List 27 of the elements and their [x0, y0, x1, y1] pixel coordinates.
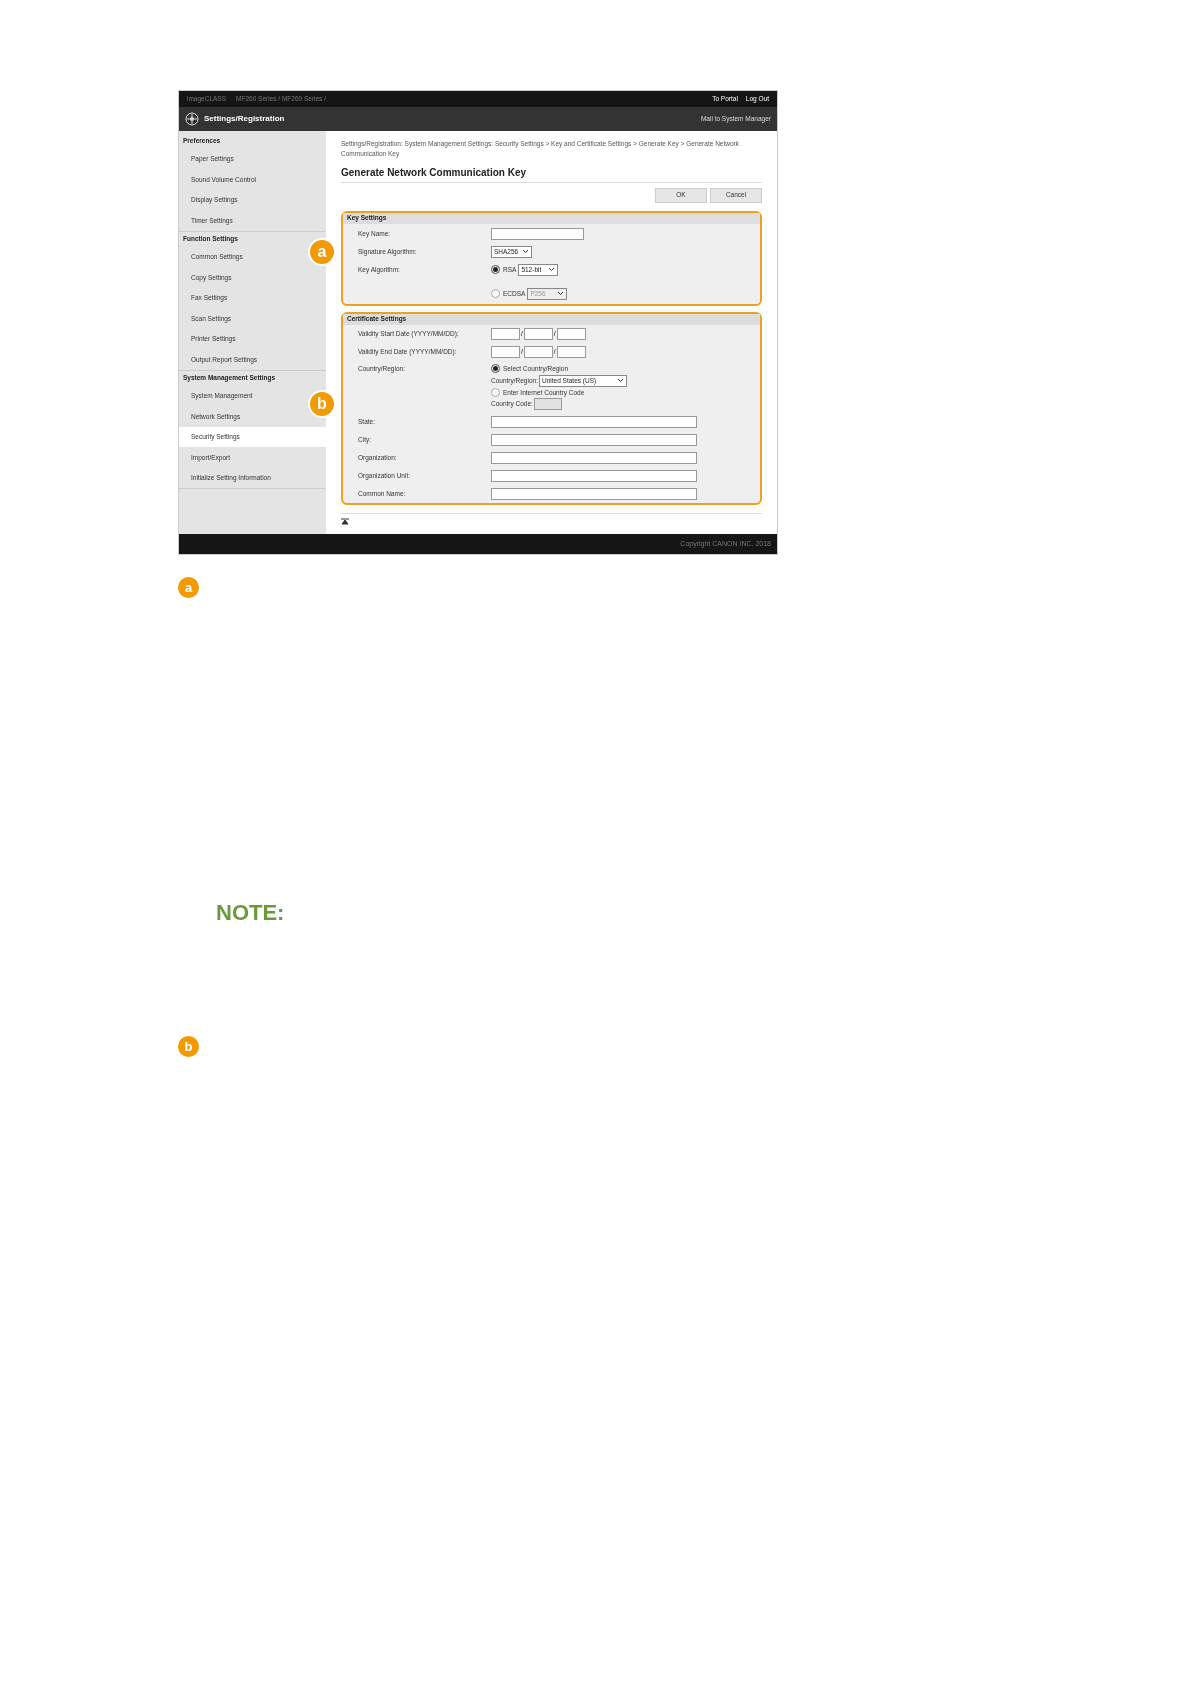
callout-marker: a — [178, 577, 199, 598]
back-to-top-icon — [341, 518, 349, 527]
key-name-field[interactable] — [491, 227, 584, 240]
page-title: Generate Network Communication Key — [341, 164, 762, 183]
text-field[interactable] — [491, 452, 697, 465]
text-field[interactable] — [491, 416, 697, 429]
date-field[interactable] — [523, 327, 553, 340]
date-field[interactable] — [523, 345, 553, 358]
chevron-down-icon — [548, 267, 556, 273]
radio-button[interactable] — [491, 387, 500, 397]
radio-button[interactable] — [491, 265, 500, 275]
date-field[interactable] — [556, 345, 586, 358]
radio-button[interactable] — [491, 289, 500, 299]
chevron-down-icon — [522, 249, 529, 255]
chevron-down-icon — [557, 291, 565, 297]
text-field[interactable] — [491, 434, 697, 447]
date-field[interactable] — [491, 327, 520, 340]
text-field[interactable] — [491, 488, 697, 501]
date-field[interactable] — [556, 327, 586, 340]
radio-button[interactable] — [491, 364, 500, 374]
settings-icon — [185, 111, 199, 126]
date-field[interactable] — [491, 345, 520, 358]
text-field[interactable] — [491, 470, 697, 483]
app-title: Settings/Registration — [204, 112, 285, 125]
callout-marker: b — [178, 1036, 199, 1057]
note-heading: NOTE: — [216, 900, 285, 925]
chevron-down-icon — [617, 378, 624, 384]
